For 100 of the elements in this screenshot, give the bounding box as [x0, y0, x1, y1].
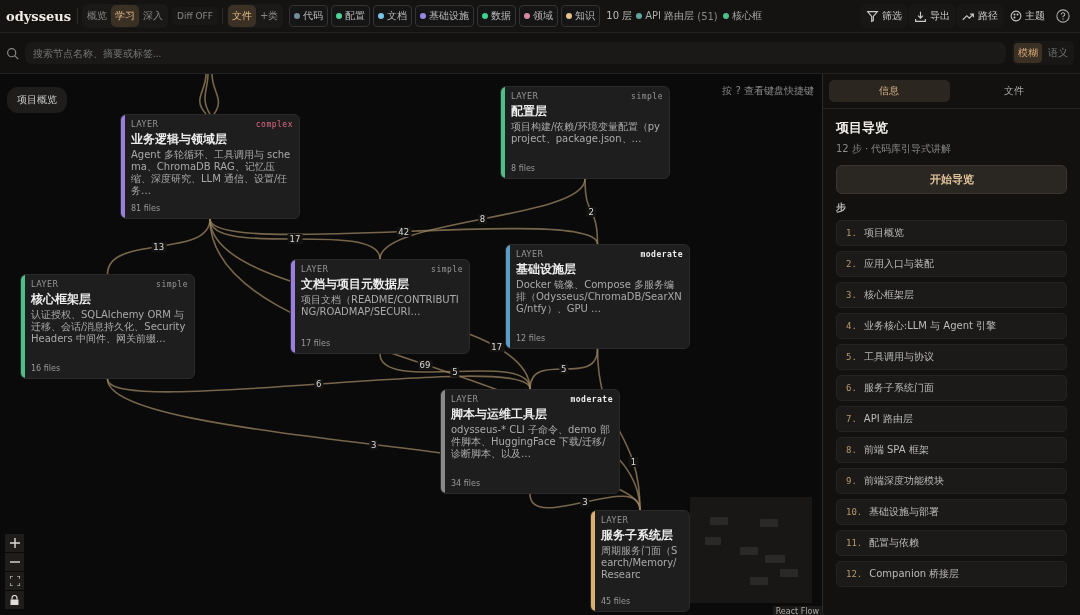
- file-count: 12 files: [516, 334, 547, 344]
- step-item[interactable]: 7. API 路由层: [836, 406, 1067, 432]
- edge-label: 5: [450, 366, 460, 377]
- panel-tab[interactable]: 文件: [953, 80, 1074, 102]
- node-tag: LAYER: [516, 250, 544, 260]
- layer-node[interactable]: LAYER moderate 基础设施层 Docker 镜像、Compose 多服务编排（Odysseus/ChromaDB/SearXNG/ntfy）、GPU … 12 files: [505, 244, 690, 349]
- node-tag: LAYER: [131, 120, 159, 130]
- node-summary: Docker 镜像、Compose 多服务编排（Odysseus/ChromaDB/SearXNG/ntfy）、GPU …: [516, 279, 683, 315]
- zoom-in-button[interactable]: [5, 534, 24, 552]
- attribution-link[interactable]: React Flow: [772, 606, 822, 615]
- legend-chip[interactable]: 领域: [519, 5, 559, 27]
- search-field[interactable]: 搜索节点名称、摘要或标签...: [25, 42, 1006, 64]
- shortcut-hint: 按 ? 查看键盘快捷键: [722, 84, 814, 98]
- panel-subtitle: 12 步 · 代码库引导式讲解: [836, 142, 953, 156]
- step-item[interactable]: 4. 业务核心:LLM 与 Agent 引擎: [836, 313, 1067, 339]
- step-item[interactable]: 3. 核心框架层: [836, 282, 1067, 308]
- export-button[interactable]: 导出: [909, 4, 955, 28]
- filter-icon: [866, 9, 879, 23]
- node-title: 基础设施层: [516, 262, 577, 277]
- panel-title: 项目导览: [836, 119, 889, 137]
- node-tag: LAYER: [601, 516, 629, 526]
- edge-label: 17: [489, 341, 505, 352]
- theme-button[interactable]: 主题: [1005, 4, 1050, 28]
- edge-label: 8: [477, 214, 488, 224]
- layer-node[interactable]: LAYER simple 核心框架层 认证授权、SQLAlchemy ORM 与迁移、会话/消息持久化、SecurityHeaders 中间件、网关前缀… 16 files: [20, 274, 195, 379]
- complexity-label: simple: [631, 92, 663, 102]
- plus-icon: [9, 538, 20, 548]
- edge-connector: [211, 74, 220, 115]
- help-icon: [1056, 9, 1070, 23]
- edge-label: 3: [369, 439, 379, 450]
- layer-node[interactable]: LAYER simple 文档与项目元数据层 项目文档（README/CONTRIBUTING/ROADMAP/SECURI… 17 files: [290, 259, 470, 354]
- search-mode-tab[interactable]: 语义: [1044, 43, 1072, 63]
- legend-chip[interactable]: 知识: [561, 5, 601, 27]
- layer-count: 10 层: [606, 9, 633, 23]
- step-item[interactable]: 6. 服务子系统门面: [836, 375, 1067, 401]
- mode-tab[interactable]: 深入: [139, 5, 167, 27]
- node-tag: LAYER: [451, 395, 479, 405]
- complexity-label: simple: [156, 280, 188, 290]
- zoom-out-button[interactable]: [5, 553, 24, 571]
- file-count: 17 files: [301, 339, 332, 349]
- steps-label: 步: [836, 201, 847, 215]
- legend-chip[interactable]: 数据: [477, 5, 517, 27]
- node-summary: 项目构建/依赖/环境变量配置（pyproject、package.json、…: [511, 121, 661, 145]
- lock-button[interactable]: [5, 591, 24, 609]
- overview-button[interactable]: 项目概览: [7, 87, 67, 113]
- edge-label: 5: [559, 364, 569, 374]
- layer-tag-count: (51): [697, 10, 718, 22]
- step-item[interactable]: 9. 前端深度功能模块: [836, 468, 1067, 494]
- search-mode-tab[interactable]: 模糊: [1014, 43, 1042, 63]
- file-count: 8 files: [511, 164, 536, 174]
- node-summary: 周期服务门面（Search/Memory/Researc: [601, 545, 679, 581]
- legend-chip[interactable]: 代码: [289, 5, 329, 27]
- filter-button[interactable]: 筛选: [861, 4, 907, 28]
- step-item[interactable]: 11. 配置与依赖: [836, 530, 1067, 556]
- mode-tab[interactable]: 概览: [83, 5, 111, 27]
- complexity-label: moderate: [640, 250, 683, 260]
- node-title: 配置层: [511, 104, 548, 119]
- panel-tab[interactable]: 信息: [829, 80, 950, 102]
- complexity-label: complex: [255, 120, 293, 130]
- node-title: 业务逻辑与领域层: [131, 132, 228, 147]
- fit-view-button[interactable]: [5, 572, 24, 590]
- diff-toggle[interactable]: Diff OFF: [172, 7, 218, 25]
- node-title: 文档与项目元数据层: [301, 277, 410, 292]
- layer-tag-label: 核心框: [731, 9, 762, 23]
- legend-chip[interactable]: 文档: [373, 5, 413, 27]
- legend-chip[interactable]: 配置: [331, 5, 371, 27]
- mode-tab[interactable]: 学习: [111, 5, 139, 27]
- lock-icon: [10, 595, 19, 605]
- node-tag: LAYER: [511, 92, 539, 102]
- layer-node[interactable]: LAYER simple 配置层 项目构建/依赖/环境变量配置（pyproject、package.json、… 8 files: [500, 86, 670, 179]
- node-summary: 项目文档（README/CONTRIBUTING/ROADMAP/SECURI…: [301, 294, 460, 318]
- step-item[interactable]: 1. 项目概览: [836, 220, 1067, 246]
- granularity-tab[interactable]: +类: [255, 5, 283, 27]
- search-icon: [6, 46, 19, 60]
- edge-label: 3: [580, 497, 590, 507]
- node-tag: LAYER: [301, 265, 329, 275]
- node-summary: 认证授权、SQLAlchemy ORM 与迁移、会话/消息持久化、SecurityHeaders 中间件、网关前缀…: [31, 309, 187, 345]
- granularity-tab[interactable]: 文件: [227, 5, 256, 27]
- edge-label: 42: [396, 226, 412, 237]
- complexity-label: moderate: [570, 395, 613, 405]
- node-title: 核心框架层: [31, 292, 92, 307]
- layer-node[interactable]: LAYER moderate 脚本与运维工具层 odysseus-* CLI 子命令、demo 部件脚本、HuggingFace 下载/迁移/诊断脚本、以及… 34 files: [440, 389, 620, 494]
- file-count: 45 files: [601, 597, 632, 607]
- node-summary: odysseus-* CLI 子命令、demo 部件脚本、HuggingFace 下载/迁移/诊断脚本、以及…: [451, 424, 611, 460]
- step-item[interactable]: 2. 应用入口与装配: [836, 251, 1067, 277]
- path-button[interactable]: 路径: [957, 4, 1003, 28]
- step-item[interactable]: 8. 前端 SPA 框架: [836, 437, 1067, 463]
- edge-label: 1: [628, 457, 639, 468]
- step-item[interactable]: 5. 工具调用与协议: [836, 344, 1067, 370]
- step-item[interactable]: 12. Companion 桥接层: [836, 561, 1067, 587]
- step-item[interactable]: 10. 基础设施与部署: [836, 499, 1067, 525]
- layer-node[interactable]: LAYER complex 业务逻辑与领域层 Agent 多轮循环、工具调用与 schema、ChromaDB RAG、记忆压缩、深度研究、LLM 通信、设置/任务… 81 files: [120, 114, 300, 219]
- download-icon: [914, 9, 927, 23]
- node-title: 服务子系统层: [601, 528, 674, 543]
- legend-chip[interactable]: 基础设施: [415, 5, 475, 27]
- palette-icon: [1010, 10, 1022, 22]
- edge-label: 17: [287, 234, 303, 244]
- node-title: 脚本与运维工具层: [451, 407, 548, 422]
- start-tour-button[interactable]: 开始导览: [836, 165, 1067, 194]
- layer-node[interactable]: LAYER 服务子系统层 周期服务门面（Search/Memory/Researc 45 files: [590, 510, 690, 612]
